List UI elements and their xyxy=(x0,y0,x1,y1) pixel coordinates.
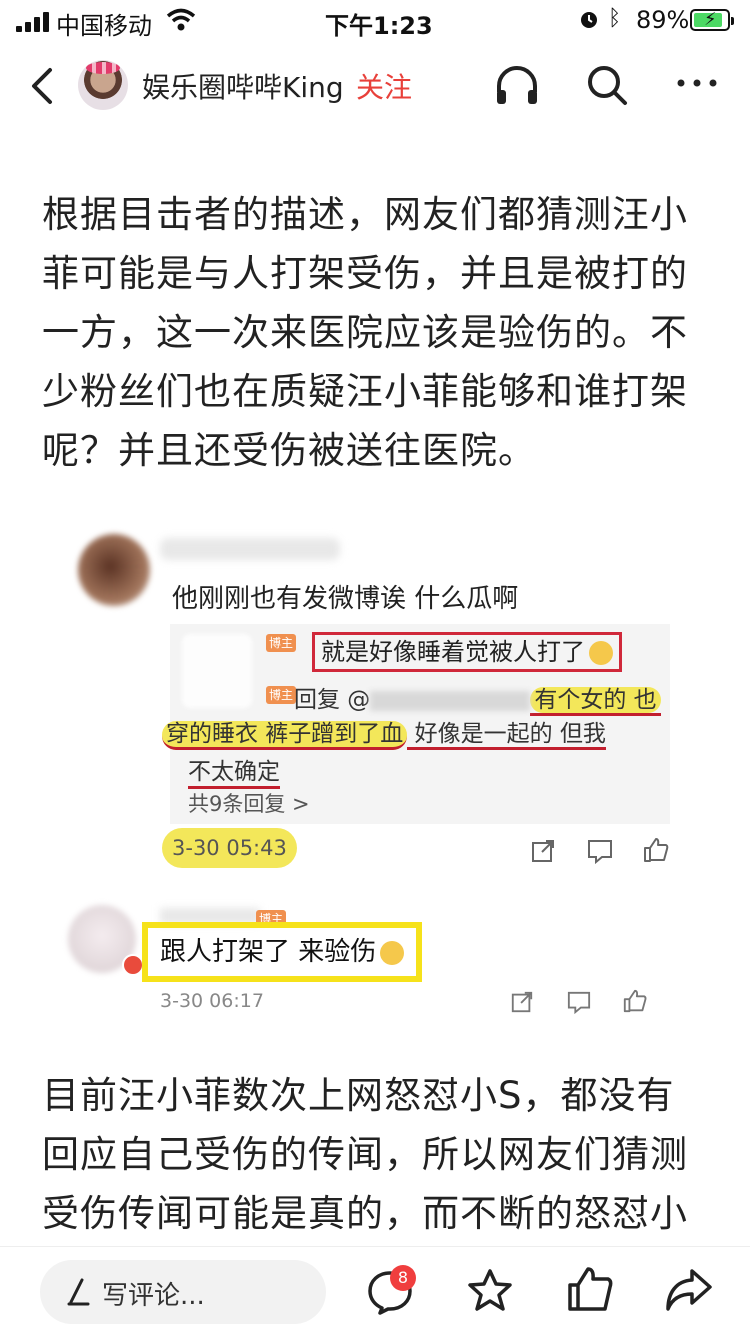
comment-placeholder: 写评论... xyxy=(102,1281,205,1311)
pen-icon xyxy=(67,1278,90,1306)
like-icon xyxy=(623,989,647,1013)
bottom-action-bar: 写评论... 8 xyxy=(0,1246,750,1334)
embedded-screenshot: 他刚刚也有发微博诶 什么瓜啊 博主 就是好像睡着觉被人打了 博主 回复 @ 有个女… xyxy=(60,520,690,1030)
share-icon xyxy=(532,840,554,862)
comment-time: 3-30 06:17 xyxy=(160,990,264,1012)
comment-input[interactable]: 写评论... xyxy=(40,1260,326,1324)
comment-text: 他刚刚也有发微博诶 什么瓜啊 xyxy=(172,584,519,614)
comment-time: 3-30 05:43 xyxy=(162,828,297,868)
like-icon[interactable] xyxy=(566,1265,614,1315)
comment-text-boxed: 跟人打架了 来验伤 xyxy=(142,922,423,982)
status-bar: 中国移动 下午1:23 ᛒ 89% ⚡ xyxy=(0,0,750,40)
account-avatar[interactable] xyxy=(78,60,128,110)
doge-emoji-icon xyxy=(380,940,405,965)
top-nav: 娱乐圈哔哔King 关注 xyxy=(0,48,750,128)
share-icon xyxy=(511,991,533,1013)
reply-avatar-masked xyxy=(182,634,252,708)
clock: 下午1:23 xyxy=(325,12,433,40)
comment-count-badge: 8 xyxy=(390,1265,416,1291)
masked-username xyxy=(370,690,531,711)
comment-icon xyxy=(588,840,612,864)
like-icon xyxy=(644,838,669,862)
headphones-icon[interactable] xyxy=(494,62,540,108)
article-paragraph: 目前汪小菲数次上网怒怼小S，都没有回应自己受伤的传闻，所以网友们猜测受伤传闻可能… xyxy=(42,1074,688,1235)
blogger-tag: 博主 xyxy=(266,634,296,652)
verified-badge-icon xyxy=(122,954,144,976)
follow-button[interactable]: 关注 xyxy=(356,66,412,106)
star-icon[interactable] xyxy=(466,1267,514,1315)
article-paragraph: 根据目击者的描述，网友们都猜测汪小菲可能是与人打架受伤，并且是被打的一方，这一次… xyxy=(42,193,688,472)
back-icon[interactable] xyxy=(24,64,64,108)
reply-line-boxed: 就是好像睡着觉被人打了 xyxy=(312,632,622,672)
signal-icon xyxy=(16,12,50,32)
wifi-icon xyxy=(166,8,196,31)
alarm-icon xyxy=(581,12,597,28)
reply-line: 回复 @ 有个女的 也 xyxy=(294,680,661,716)
reply-thread: 博主 就是好像睡着觉被人打了 博主 回复 @ 有个女的 也 穿的睡衣 裤子蹭到了血… xyxy=(162,624,670,824)
account-name[interactable]: 娱乐圈哔哔King xyxy=(142,66,344,106)
battery-percent: 89% xyxy=(636,6,690,34)
more-replies-link: 共9条回复 > xyxy=(188,792,310,816)
search-icon[interactable] xyxy=(584,62,630,108)
commenter-avatar xyxy=(78,534,150,606)
laugh-emoji-icon xyxy=(589,641,613,665)
share-icon[interactable] xyxy=(664,1267,714,1313)
reply-line: 穿的睡衣 裤子蹭到了血 好像是一起的 但我 xyxy=(162,714,606,750)
blogger-tag: 博主 xyxy=(266,686,296,704)
bluetooth-icon: ᛒ xyxy=(608,6,622,31)
carrier-name: 中国移动 xyxy=(56,12,152,40)
comment-icon xyxy=(567,991,591,1014)
commenter-name-masked xyxy=(160,538,340,560)
more-icon[interactable] xyxy=(674,76,720,90)
reply-line: 不太确定 xyxy=(188,752,280,789)
battery-icon: ⚡ xyxy=(690,9,734,31)
